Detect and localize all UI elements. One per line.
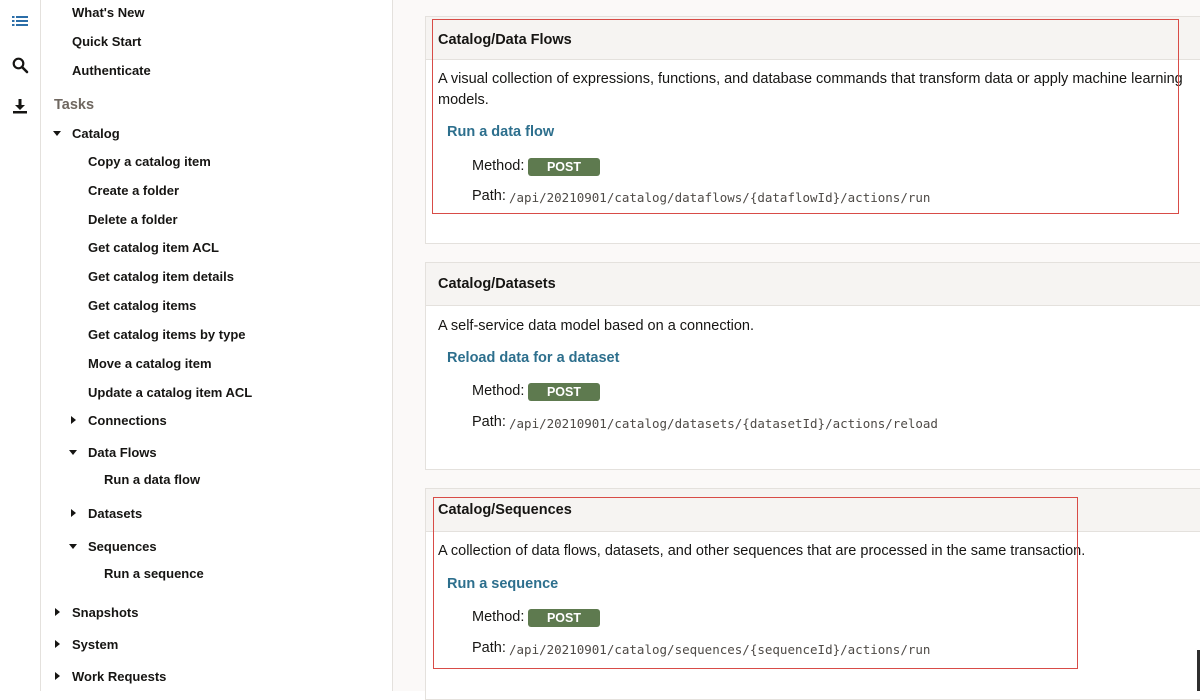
nav-item-sequences[interactable]: Sequences — [88, 539, 157, 555]
nav-item-quick-start[interactable]: Quick Start — [72, 34, 141, 50]
card-header: Catalog/Datasets — [426, 263, 1200, 306]
caret-right-icon[interactable] — [53, 640, 61, 648]
method-badge: POST — [528, 609, 600, 627]
nav-item-delete-folder[interactable]: Delete a folder — [88, 212, 178, 228]
section-title: Catalog/Datasets — [438, 276, 556, 292]
method-badge: POST — [528, 383, 600, 401]
list-icon[interactable] — [11, 13, 29, 31]
operation-link-reload-dataset[interactable]: Reload data for a dataset — [447, 350, 619, 366]
method-badge: POST — [528, 158, 600, 176]
main-content: Catalog/Data Flows A visual collection o… — [393, 0, 1200, 700]
nav-item-work-requests[interactable]: Work Requests — [72, 669, 166, 685]
nav-item-update-catalog-item-acl[interactable]: Update a catalog item ACL — [88, 385, 252, 401]
sidebar-nav: What's New Quick Start Authenticate Task… — [41, 0, 393, 691]
nav-item-get-catalog-items-by-type[interactable]: Get catalog items by type — [88, 327, 246, 343]
section-description: A collection of data flows, datasets, an… — [438, 543, 1086, 559]
section-card-data-flows: Catalog/Data Flows A visual collection o… — [425, 16, 1200, 244]
nav-item-connections[interactable]: Connections — [88, 413, 167, 429]
operation-link-run-sequence[interactable]: Run a sequence — [447, 576, 558, 592]
path-label: Path: — [472, 640, 506, 656]
icon-rail — [0, 0, 41, 691]
nav-item-catalog[interactable]: Catalog — [72, 126, 120, 142]
section-card-datasets: Catalog/Datasets A self-service data mod… — [425, 262, 1200, 470]
nav-item-authenticate[interactable]: Authenticate — [72, 63, 151, 79]
section-card-sequences: Catalog/Sequences A collection of data f… — [425, 488, 1200, 700]
nav-item-move-catalog-item[interactable]: Move a catalog item — [88, 356, 212, 372]
nav-item-copy-catalog-item[interactable]: Copy a catalog item — [88, 154, 211, 170]
caret-right-icon[interactable] — [53, 608, 61, 616]
method-label: Method: — [472, 158, 525, 174]
section-title: Catalog/Data Flows — [438, 32, 572, 48]
nav-item-datasets[interactable]: Datasets — [88, 506, 142, 522]
section-description: A self-service data model based on a con… — [438, 318, 754, 334]
path-value: /api/20210901/catalog/sequences/{sequenc… — [509, 642, 931, 657]
method-label: Method: — [472, 383, 525, 399]
nav-item-data-flows[interactable]: Data Flows — [88, 445, 157, 461]
path-label: Path: — [472, 188, 506, 204]
caret-right-icon[interactable] — [69, 509, 77, 517]
caret-down-icon[interactable] — [69, 542, 77, 550]
card-header: Catalog/Data Flows — [426, 17, 1200, 60]
nav-item-system[interactable]: System — [72, 637, 118, 653]
operation-link-run-data-flow[interactable]: Run a data flow — [447, 124, 554, 140]
search-icon[interactable] — [11, 56, 29, 74]
card-header: Catalog/Sequences — [426, 489, 1200, 532]
caret-down-icon[interactable] — [53, 129, 61, 137]
nav-item-run-data-flow[interactable]: Run a data flow — [104, 472, 200, 488]
nav-item-get-catalog-item-details[interactable]: Get catalog item details — [88, 269, 234, 285]
path-label: Path: — [472, 414, 506, 430]
caret-down-icon[interactable] — [69, 448, 77, 456]
section-description: A visual collection of expressions, func… — [438, 71, 1183, 108]
caret-right-icon[interactable] — [53, 672, 61, 680]
nav-item-snapshots[interactable]: Snapshots — [72, 605, 138, 621]
caret-right-icon[interactable] — [69, 416, 77, 424]
path-value: /api/20210901/catalog/dataflows/{dataflo… — [509, 190, 931, 205]
section-title: Catalog/Sequences — [438, 502, 572, 518]
nav-item-get-catalog-item-acl[interactable]: Get catalog item ACL — [88, 240, 219, 256]
nav-item-get-catalog-items[interactable]: Get catalog items — [88, 298, 196, 314]
nav-item-run-sequence[interactable]: Run a sequence — [104, 566, 204, 582]
nav-item-whats-new[interactable]: What's New — [72, 5, 144, 21]
download-icon[interactable] — [11, 97, 29, 115]
nav-section-tasks: Tasks — [54, 97, 95, 113]
nav-item-create-folder[interactable]: Create a folder — [88, 183, 179, 199]
path-value: /api/20210901/catalog/datasets/{datasetI… — [509, 416, 938, 431]
method-label: Method: — [472, 609, 525, 625]
